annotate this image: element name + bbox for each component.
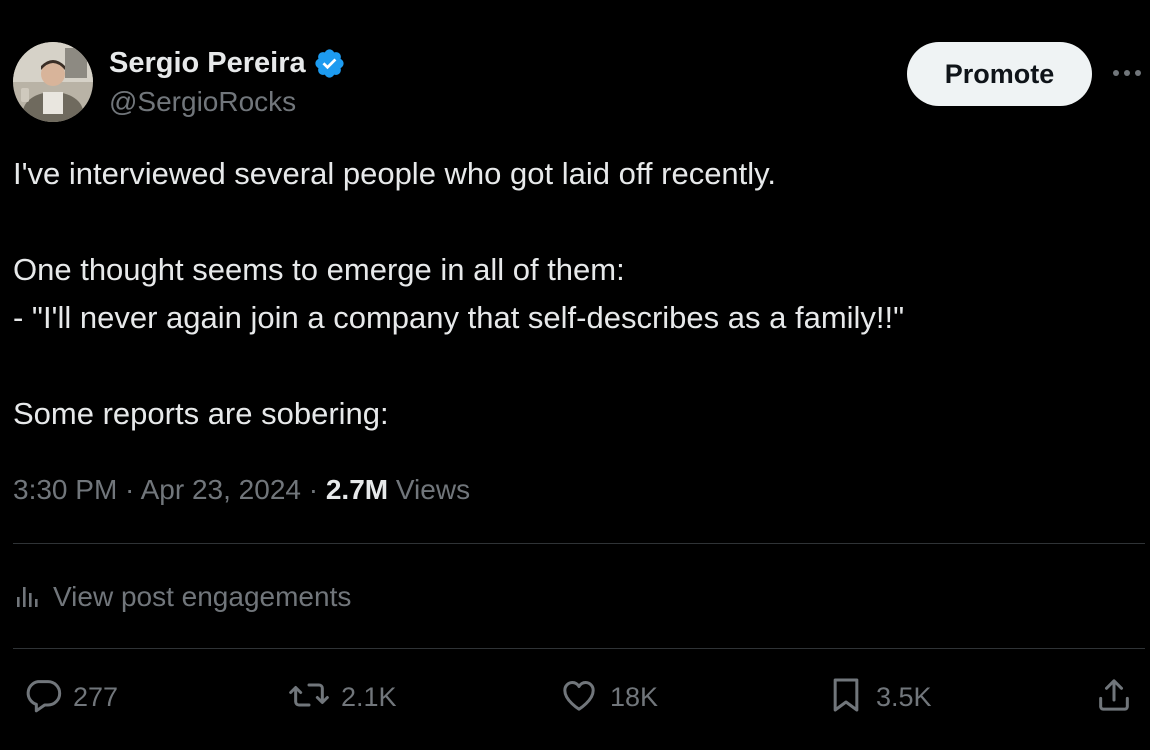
tweet-time[interactable]: 3:30 PM bbox=[13, 474, 117, 505]
repost-count: 2.1K bbox=[341, 681, 397, 712]
tweet-date[interactable]: Apr 23, 2024 bbox=[141, 474, 301, 505]
repost-button[interactable]: 2.1K bbox=[287, 672, 397, 722]
tweet-line: Some reports are sobering: bbox=[13, 396, 389, 431]
bookmark-icon bbox=[826, 675, 866, 720]
share-button[interactable] bbox=[1094, 672, 1134, 722]
like-count: 18K bbox=[610, 681, 659, 712]
like-button[interactable]: 18K bbox=[558, 672, 658, 722]
reply-icon bbox=[23, 675, 63, 720]
bookmark-button[interactable]: 3.5K bbox=[826, 672, 932, 722]
heart-icon bbox=[558, 675, 600, 720]
share-icon bbox=[1094, 675, 1134, 720]
tweet-line bbox=[13, 198, 1133, 246]
tweet-line bbox=[13, 342, 1133, 390]
view-post-engagements-label: View post engagements bbox=[53, 581, 352, 612]
views-label: Views bbox=[395, 474, 471, 505]
author-handle[interactable]: @SergioRocks bbox=[109, 86, 296, 118]
tweet-line: I've interviewed several people who got … bbox=[13, 156, 776, 191]
avatar[interactable] bbox=[13, 42, 93, 122]
views-count: 2.7M bbox=[325, 474, 389, 505]
divider bbox=[13, 543, 1145, 544]
reply-count: 277 bbox=[73, 681, 119, 712]
more-options-icon[interactable] bbox=[1110, 62, 1144, 84]
repost-icon bbox=[287, 675, 331, 720]
view-post-engagements-button[interactable]: View post engagements bbox=[13, 572, 351, 622]
tweet-line: One thought seems to emerge in all of th… bbox=[13, 252, 625, 287]
author-name-text[interactable]: Sergio Pereira bbox=[109, 46, 306, 80]
analytics-icon bbox=[13, 581, 41, 614]
tweet-text: I've interviewed several people who got … bbox=[13, 150, 1133, 438]
tweet-meta: 3:30 PM · Apr 23, 2024 · 2.7M Views bbox=[13, 474, 471, 505]
divider bbox=[13, 648, 1145, 649]
reply-button[interactable]: 277 bbox=[23, 672, 118, 722]
verified-badge-icon bbox=[313, 47, 346, 80]
bookmark-count: 3.5K bbox=[876, 681, 932, 712]
tweet-line: - "I'll never again join a company that … bbox=[13, 300, 905, 335]
promote-button[interactable]: Promote bbox=[907, 42, 1092, 106]
author-name[interactable]: Sergio Pereira bbox=[109, 46, 346, 80]
